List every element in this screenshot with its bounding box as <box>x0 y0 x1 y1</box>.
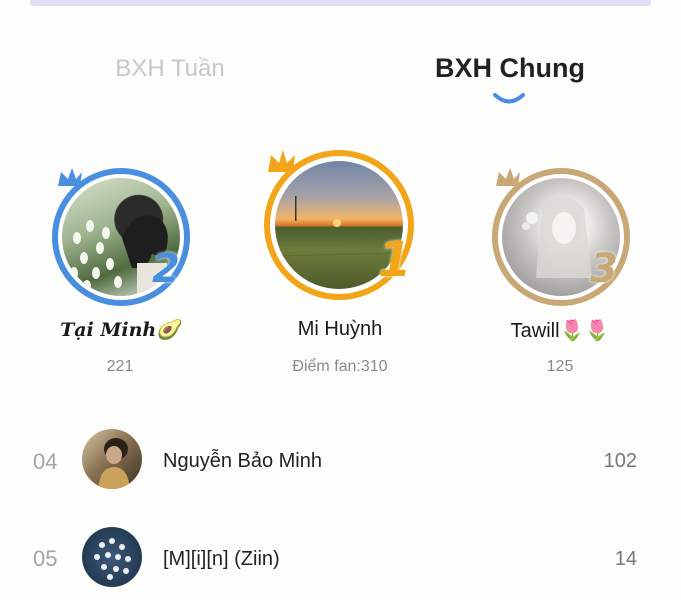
tab-active-indicator <box>493 93 525 104</box>
crown-icon <box>268 150 295 172</box>
list-item[interactable]: 05 [M][i][n] (Ziin) 14 <box>0 523 681 593</box>
tab-weekly[interactable]: BXH Tuần <box>90 55 250 83</box>
row-rank: 05 <box>33 546 58 571</box>
crown-icon <box>58 168 82 186</box>
rank-badge: 2 <box>152 246 180 292</box>
podium-name: Tại Minh🥑 <box>60 319 180 341</box>
top-bar <box>30 0 651 6</box>
list-item[interactable]: 04 Nguyễn Bảo Minh 102 <box>0 425 681 495</box>
podium-score: Điểm fan:310 <box>292 358 388 375</box>
podium-name: Mi Huỳnh <box>297 318 383 340</box>
row-name: Nguyễn Bảo Minh <box>163 450 322 472</box>
avatar <box>82 527 142 587</box>
podium-score: 125 <box>546 358 574 375</box>
row-score: 14 <box>614 548 637 570</box>
row-score: 102 <box>603 450 637 472</box>
tab-general[interactable]: BXH Chung <box>420 53 600 84</box>
avatar <box>82 429 142 489</box>
podium-score: 221 <box>106 358 134 375</box>
row-name: [M][i][n] (Ziin) <box>163 548 280 570</box>
rank-badge: 3 <box>590 246 618 292</box>
crown-icon <box>496 168 520 186</box>
podium-name: Tawill🌷🌷 <box>510 320 610 342</box>
rank-badge: 1 <box>378 232 412 288</box>
row-rank: 04 <box>33 449 58 474</box>
